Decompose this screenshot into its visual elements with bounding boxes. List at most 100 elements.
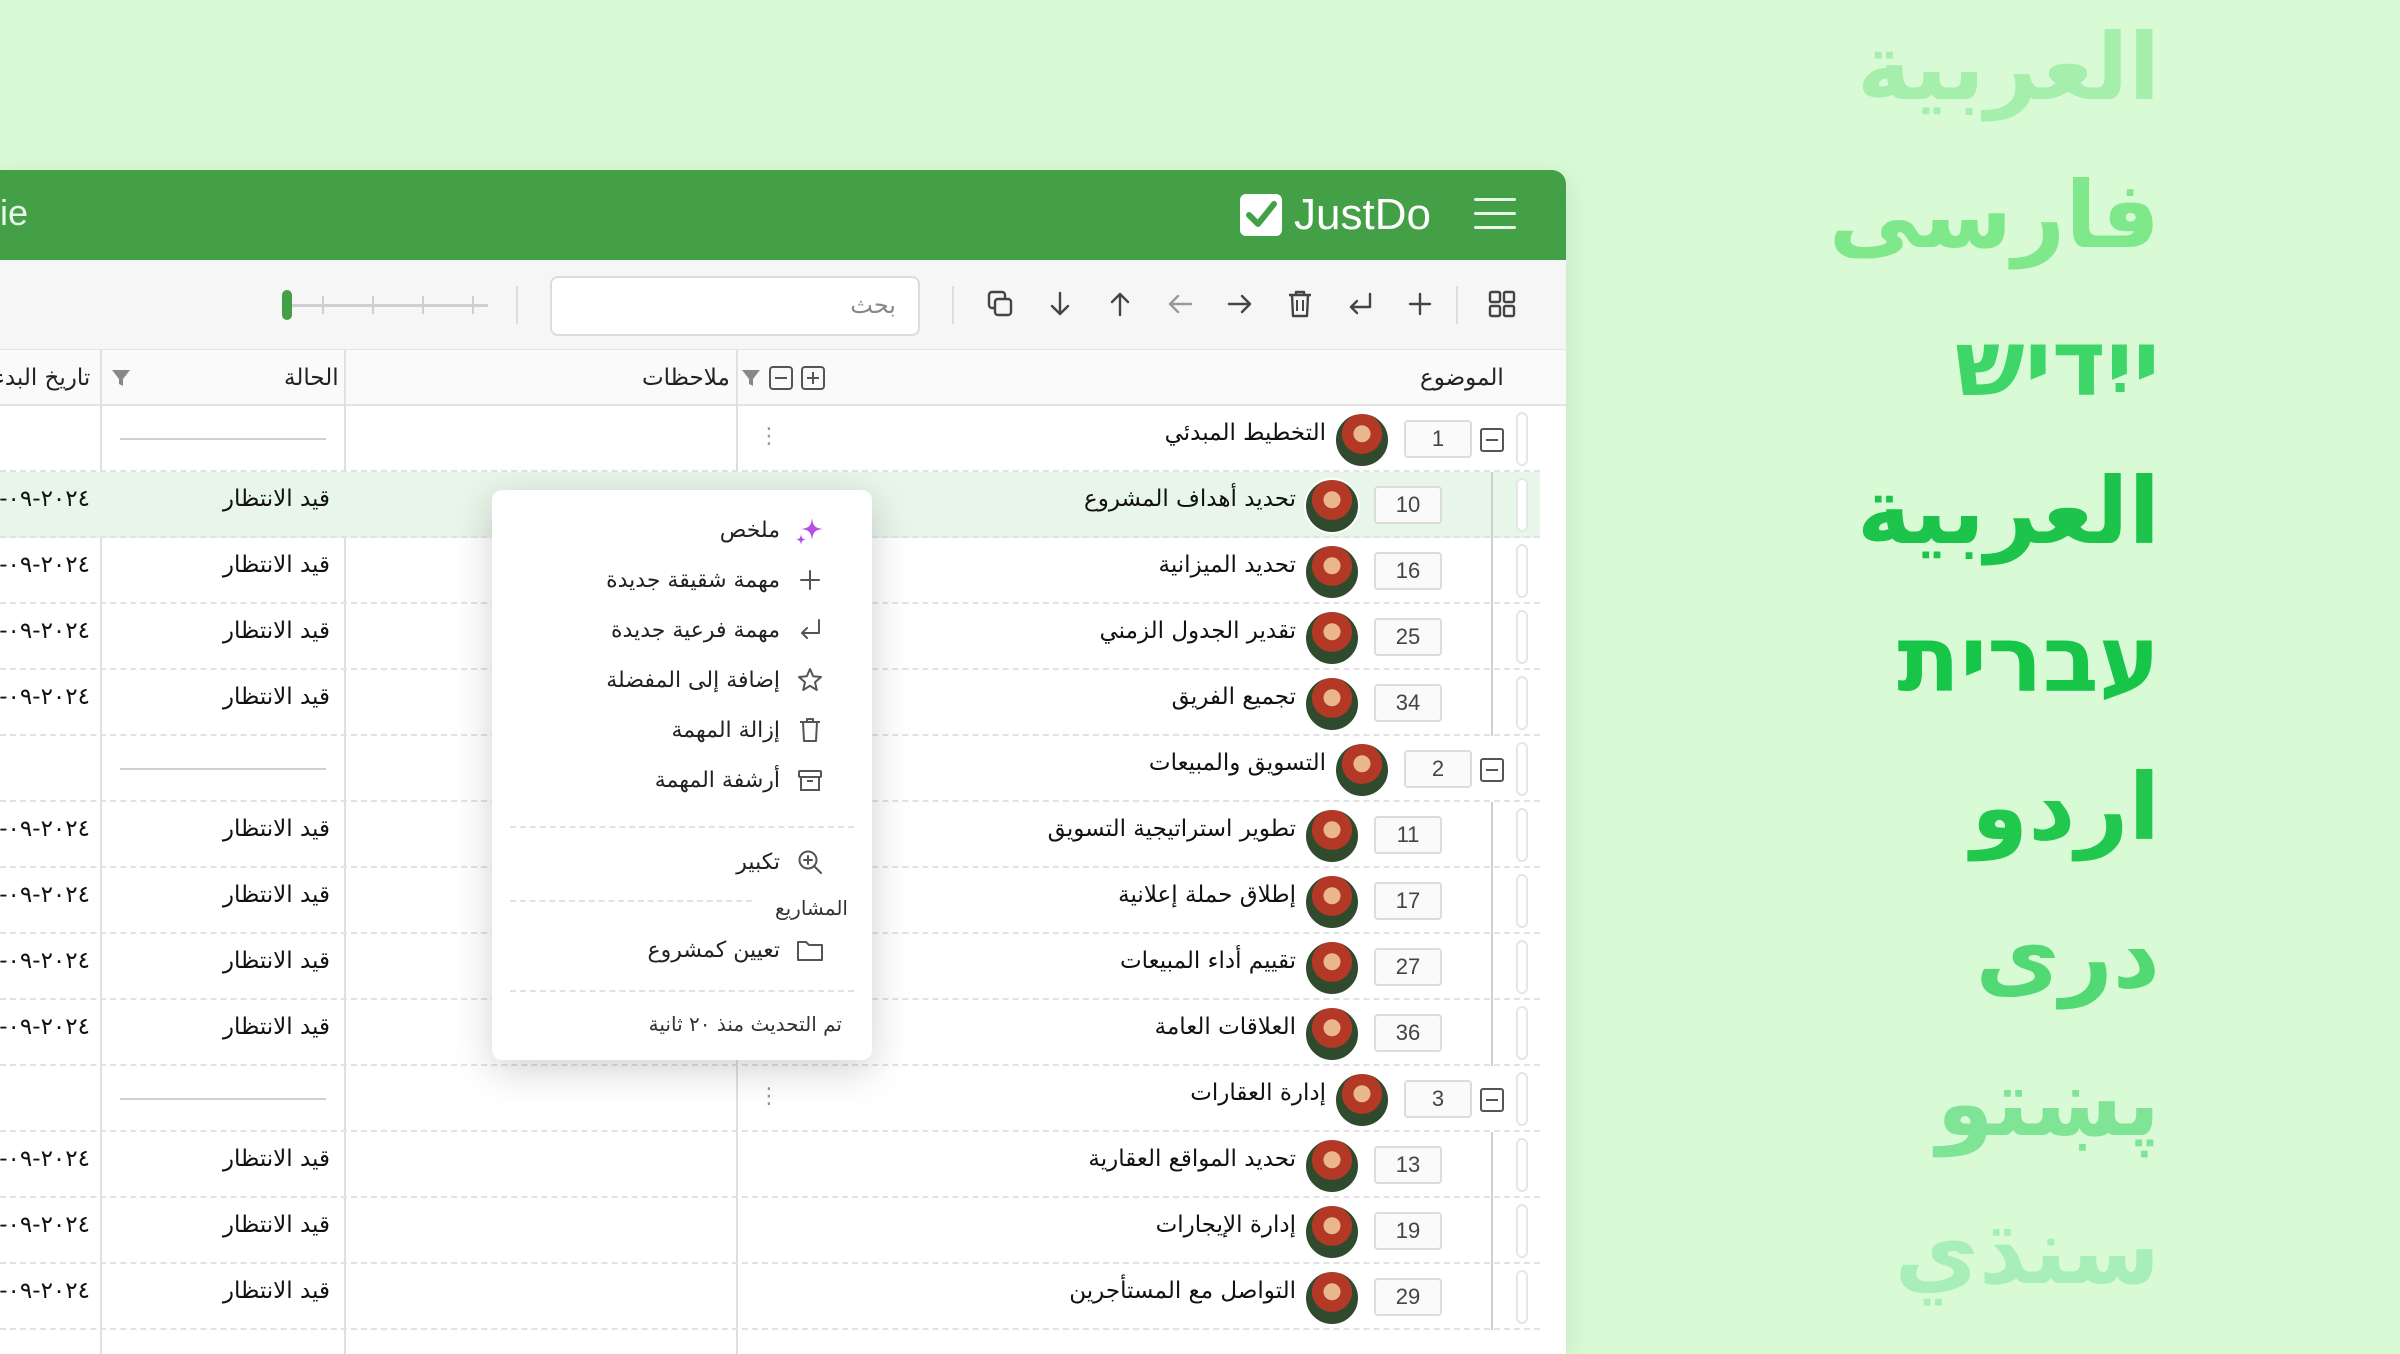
- avatar[interactable]: [1304, 808, 1360, 864]
- filter-status-icon[interactable]: [110, 350, 132, 406]
- scrollbar-segment[interactable]: [1516, 940, 1528, 994]
- duplicate-icon[interactable]: [978, 282, 1022, 326]
- start-date-cell[interactable]: ٢٠٢٤-٠٩-٢٠٢٤: [0, 948, 90, 974]
- avatar[interactable]: [1304, 676, 1360, 732]
- start-date-cell[interactable]: ٢٠٢٤-٠٩-٢٠٢٤: [0, 1212, 90, 1238]
- scrollbar-segment[interactable]: [1516, 874, 1528, 928]
- task-title[interactable]: العلاقات العامة: [1155, 1014, 1296, 1040]
- outdent-left-icon[interactable]: [1158, 282, 1202, 326]
- avatar[interactable]: [1304, 874, 1360, 930]
- scrollbar-segment[interactable]: [1516, 610, 1528, 664]
- task-title[interactable]: التخطيط المبدئي: [1165, 420, 1326, 446]
- status-cell[interactable]: قيد الانتظار: [180, 1212, 330, 1238]
- scrollbar-segment[interactable]: [1516, 478, 1528, 532]
- status-cell[interactable]: قيد الانتظار: [180, 1146, 330, 1172]
- task-row-parent[interactable]: 3 إدارة العقارات ⋮: [0, 1066, 1540, 1132]
- column-header-notes[interactable]: ملاحظات: [642, 350, 730, 406]
- task-title[interactable]: إدارة العقارات: [1190, 1080, 1326, 1106]
- task-row[interactable]: 19 إدارة الإيجارات قيد الانتظار ٢٠٢٤-٠٩-٢٠٢…: [0, 1198, 1540, 1264]
- new-child-icon[interactable]: [1338, 282, 1382, 326]
- menu-item-remove-task[interactable]: إزالة المهمة: [671, 714, 826, 746]
- avatar[interactable]: [1304, 478, 1360, 534]
- start-date-cell[interactable]: ٢٠٢٤-٠٩-٢٠٢٤: [0, 816, 90, 842]
- avatar[interactable]: [1304, 544, 1360, 600]
- row-handle-icon[interactable]: ⋮: [758, 1084, 780, 1109]
- task-title[interactable]: التواصل مع المستأجرين: [1069, 1278, 1296, 1304]
- brand-logo[interactable]: JustDo: [1240, 188, 1431, 242]
- start-date-cell[interactable]: ٢٠٢٤-٠٩-٢٠٢٤: [0, 618, 90, 644]
- menu-item-summary[interactable]: ملخص: [720, 514, 826, 546]
- task-title[interactable]: تحديد الميزانية: [1159, 552, 1297, 578]
- scrollbar-segment[interactable]: [1516, 676, 1528, 730]
- task-row-parent[interactable]: 1 التخطيط المبدئي ⋮: [0, 406, 1540, 472]
- scrollbar-segment[interactable]: [1516, 1204, 1528, 1258]
- start-date-cell[interactable]: ٢٠٢٤-٠٩-٢٠٢٤: [0, 1278, 90, 1304]
- scrollbar-segment[interactable]: [1516, 1138, 1528, 1192]
- views-grid-icon[interactable]: [1480, 282, 1524, 326]
- start-date-cell[interactable]: ٢٠٢٤-٠٩-٢٠٢٤: [0, 1146, 90, 1172]
- avatar[interactable]: [1334, 742, 1390, 798]
- menu-item-new-child[interactable]: مهمة فرعية جديدة: [611, 614, 826, 646]
- task-title[interactable]: تقدير الجدول الزمني: [1100, 618, 1296, 644]
- avatar[interactable]: [1304, 1270, 1360, 1326]
- collapse-toggle-icon[interactable]: [1480, 1088, 1504, 1112]
- start-date-cell[interactable]: ٢٠٢٤-٠٩-٢٠٢٤: [0, 486, 90, 512]
- move-down-icon[interactable]: [1038, 282, 1082, 326]
- indent-right-icon[interactable]: [1218, 282, 1262, 326]
- menu-item-set-as-project[interactable]: تعيين كمشروع: [648, 934, 826, 966]
- scrollbar-segment[interactable]: [1516, 808, 1528, 862]
- task-title[interactable]: إدارة الإيجارات: [1156, 1212, 1296, 1238]
- status-cell[interactable]: قيد الانتظار: [180, 816, 330, 842]
- task-row[interactable]: 13 تحديد المواقع العقارية قيد الانتظار ٢٠٢٤…: [0, 1132, 1540, 1198]
- search-input[interactable]: [550, 276, 920, 336]
- scrollbar-segment[interactable]: [1516, 544, 1528, 598]
- menu-item-archive-task[interactable]: أرشفة المهمة: [655, 764, 826, 796]
- task-title[interactable]: تجميع الفريق: [1172, 684, 1296, 710]
- zoom-slider-handle[interactable]: [282, 290, 292, 320]
- scrollbar-segment[interactable]: [1516, 1270, 1528, 1324]
- expand-all-icon[interactable]: [800, 350, 826, 406]
- menu-item-zoom[interactable]: تكبير: [736, 846, 826, 878]
- status-cell[interactable]: قيد الانتظار: [180, 618, 330, 644]
- scrollbar-segment[interactable]: [1516, 1072, 1528, 1126]
- scrollbar-segment[interactable]: [1516, 742, 1528, 796]
- avatar[interactable]: [1304, 1138, 1360, 1194]
- avatar[interactable]: [1304, 1006, 1360, 1062]
- column-header-subject[interactable]: الموضوع: [1420, 350, 1504, 406]
- avatar[interactable]: [1334, 412, 1390, 468]
- task-title[interactable]: تقييم أداء المبيعات: [1120, 948, 1296, 974]
- column-header-start-date[interactable]: تاريخ البدء: [0, 350, 94, 406]
- menu-item-add-favorite[interactable]: إضافة إلى المفضلة: [606, 664, 826, 696]
- status-cell[interactable]: قيد الانتظار: [180, 684, 330, 710]
- avatar[interactable]: [1304, 940, 1360, 996]
- collapse-all-icon[interactable]: [768, 350, 794, 406]
- menu-item-new-sibling[interactable]: مهمة شقيقة جديدة: [606, 564, 826, 596]
- start-date-cell[interactable]: ٢٠٢٤-٠٩-٢٠٢٤: [0, 552, 90, 578]
- start-date-cell[interactable]: ٢٠٢٤-٠٩-٢٠٢٤: [0, 882, 90, 908]
- status-cell[interactable]: قيد الانتظار: [180, 486, 330, 512]
- avatar[interactable]: [1304, 610, 1360, 666]
- zoom-slider[interactable]: [282, 288, 488, 322]
- task-title[interactable]: إطلاق حملة إعلانية: [1118, 882, 1296, 908]
- row-handle-icon[interactable]: ⋮: [758, 424, 780, 449]
- add-icon[interactable]: [1398, 282, 1442, 326]
- delete-icon[interactable]: [1278, 282, 1322, 326]
- start-date-cell[interactable]: ٢٠٢٤-٠٩-٢٠٢٤: [0, 1014, 90, 1040]
- scrollbar-segment[interactable]: [1516, 1006, 1528, 1060]
- move-up-icon[interactable]: [1098, 282, 1142, 326]
- collapse-toggle-icon[interactable]: [1480, 428, 1504, 452]
- status-cell[interactable]: قيد الانتظار: [180, 948, 330, 974]
- task-title[interactable]: التسويق والمبيعات: [1149, 750, 1326, 776]
- menu-icon[interactable]: [1474, 198, 1516, 232]
- status-cell[interactable]: قيد الانتظار: [180, 1014, 330, 1040]
- task-title[interactable]: تحديد أهداف المشروع: [1084, 486, 1296, 512]
- status-cell[interactable]: قيد الانتظار: [180, 1278, 330, 1304]
- scrollbar-segment[interactable]: [1516, 412, 1528, 466]
- task-row[interactable]: 29 التواصل مع المستأجرين قيد الانتظار ٢٠٢٤-…: [0, 1264, 1540, 1330]
- start-date-cell[interactable]: ٢٠٢٤-٠٩-٢٠٢٤: [0, 684, 90, 710]
- column-header-status[interactable]: الحالة: [284, 350, 339, 406]
- task-title[interactable]: تحديد المواقع العقارية: [1088, 1146, 1296, 1172]
- status-cell[interactable]: قيد الانتظار: [180, 882, 330, 908]
- avatar[interactable]: [1334, 1072, 1390, 1128]
- avatar[interactable]: [1304, 1204, 1360, 1260]
